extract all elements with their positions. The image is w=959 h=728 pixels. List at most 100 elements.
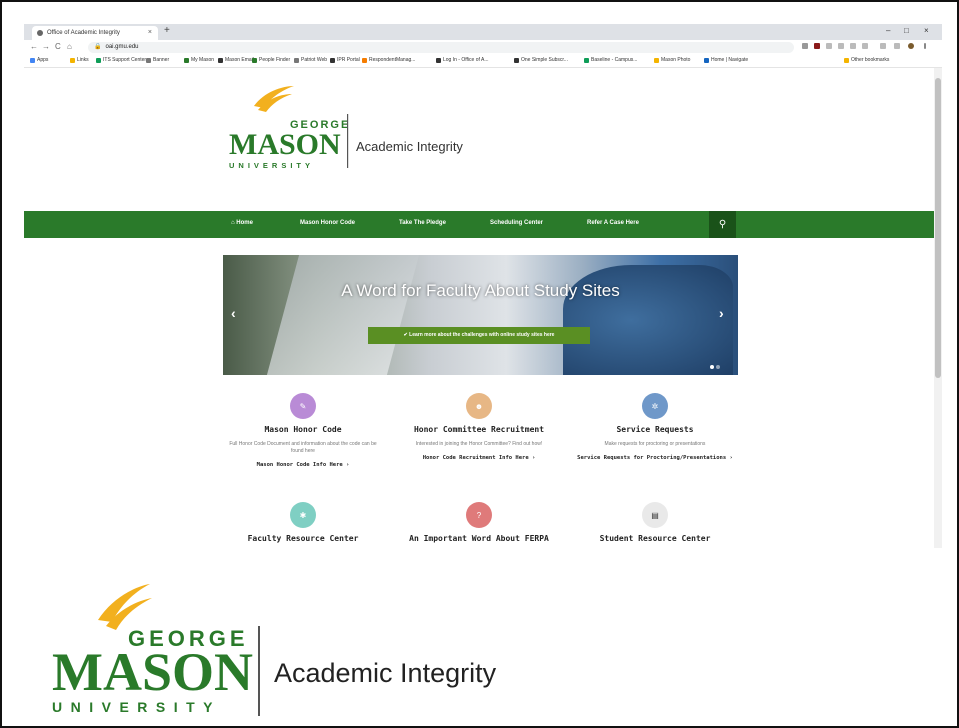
bookmark-icon [362, 57, 367, 63]
carousel-next-icon[interactable]: › [719, 305, 724, 321]
document-icon: ▤ [642, 502, 668, 528]
back-icon[interactable]: ← [30, 42, 38, 51]
carousel-dots [710, 356, 722, 374]
nav-refer-case[interactable]: Refer A Case Here [587, 220, 639, 226]
extension-icon[interactable] [862, 43, 868, 49]
reload-icon[interactable]: C [55, 42, 61, 51]
bookmark-label: RespondentManag... [369, 57, 416, 63]
card-link[interactable]: Honor Code Recruitment Info Here › [394, 454, 564, 462]
bookmark-item[interactable]: Links [70, 57, 89, 63]
faculty-icon: ✱ [290, 502, 316, 528]
bookmark-item[interactable]: Banner [146, 57, 169, 63]
bookmark-item[interactable]: Other bookmarks [844, 57, 889, 63]
logo-mason: MASON [229, 128, 341, 161]
extension-icon[interactable] [894, 43, 900, 49]
new-tab-button[interactable]: + [164, 25, 170, 36]
extension-icon[interactable] [814, 43, 820, 49]
nav-scheduling[interactable]: Scheduling Center [490, 220, 543, 226]
bookmark-label: One Simple Subscr... [521, 57, 568, 63]
nav-home-label: Home [236, 220, 253, 226]
hero-cta-button[interactable]: ✔ Learn more about the challenges with o… [368, 327, 590, 344]
card-description: Make requests for proctoring or presenta… [604, 441, 706, 447]
carousel-dot[interactable] [716, 365, 720, 369]
card-title[interactable]: Service Requests [570, 425, 740, 434]
address-text: oai.gmu.edu [105, 44, 139, 50]
extension-icon[interactable] [826, 43, 832, 49]
team-icon: ☻ [466, 393, 492, 419]
nav-honor-code[interactable]: Mason Honor Code [300, 220, 355, 226]
feature-card[interactable]: ?An Important Word About FERPAImportant … [394, 502, 564, 548]
feature-card[interactable]: ☻ Honor Committee Recruitment Interested i… [394, 393, 564, 462]
scrollbar[interactable] [934, 68, 942, 548]
bookmark-icon [218, 57, 223, 63]
bookmark-item[interactable]: RespondentManag... [362, 57, 415, 63]
extension-icon[interactable] [838, 43, 844, 49]
feature-card[interactable]: ✱Faculty Resource CenterFind information… [218, 502, 388, 548]
big-logo-mason: MASON [52, 642, 253, 702]
carousel-prev-icon[interactable]: ‹ [231, 305, 236, 321]
card-title[interactable]: Student Resource Center [570, 534, 740, 543]
bookmark-item[interactable]: People Finder [252, 57, 290, 63]
hero-title: A Word for Faculty About Study Sites [341, 281, 620, 300]
bookmark-item[interactable]: Baseline - Campus... [584, 57, 637, 63]
card-link[interactable]: Mason Honor Code Info Here › [218, 461, 388, 469]
bookmark-icon [584, 57, 589, 63]
bookmark-label: ITS Support Center [103, 57, 147, 63]
home-icon[interactable]: ⌂ [67, 42, 72, 51]
bookmark-item[interactable]: Log In - Office of A... [436, 57, 489, 63]
bookmark-item[interactable]: One Simple Subscr... [514, 57, 568, 63]
bookmarks-bar: Apps Links ITS Support Center Banner My Maso… [24, 55, 942, 68]
tab-close-icon[interactable]: × [148, 29, 152, 36]
minimize-icon[interactable]: – [886, 26, 890, 35]
avatar[interactable] [908, 43, 914, 49]
star-icon[interactable] [802, 43, 808, 49]
extension-icon[interactable] [850, 43, 856, 49]
feature-card[interactable]: ✲ Service Requests Make requests for proct… [570, 393, 740, 462]
nav-home[interactable]: ⌂ Home [231, 220, 253, 226]
menu-icon[interactable] [924, 43, 926, 49]
bookmark-icon [70, 57, 75, 63]
bookmark-icon [436, 57, 441, 63]
bookmark-item[interactable]: Apps [30, 57, 48, 63]
bookmark-item[interactable]: Mason Email [218, 57, 254, 63]
logo-dept: Academic Integrity [356, 139, 463, 154]
card-title[interactable]: Honor Committee Recruitment [394, 425, 564, 434]
card-title[interactable]: Faculty Resource Center [218, 534, 388, 543]
card-link[interactable]: Service Requests for Proctoring/Presenta… [570, 454, 740, 462]
hero-carousel[interactable]: A Word for Faculty About Study Sites ✔ L… [223, 255, 738, 375]
bookmark-item[interactable]: My Mason [184, 57, 214, 63]
tab-title: Office of Academic Integrity [47, 30, 120, 36]
bookmark-icon [184, 57, 189, 63]
logo-university: UNIVERSITY [229, 161, 314, 170]
site-nav: ⌂ Home Mason Honor Code Take The Pledge … [24, 211, 934, 238]
tab-strip: Office of Academic Integrity × + – □ × [24, 24, 942, 40]
bookmark-item[interactable]: Patriot Web [294, 57, 327, 63]
bookmark-label: People Finder [259, 57, 291, 63]
card-description: Full Honor Code Document and information… [229, 441, 377, 454]
bookmark-icon [96, 57, 101, 63]
nav-pledge[interactable]: Take The Pledge [399, 220, 446, 226]
scrollbar-thumb[interactable] [935, 78, 941, 378]
extension-icon[interactable] [880, 43, 886, 49]
bookmark-label: Apps [37, 57, 49, 63]
bookmark-item[interactable]: ITS Support Center [96, 57, 146, 63]
site-logo[interactable]: GEORGE MASON UNIVERSITY Academic Integri… [224, 84, 464, 176]
search-icon[interactable]: ⚲ [709, 211, 736, 238]
feature-card[interactable]: ▤Student Resource CenterInformation and … [570, 502, 740, 548]
card-title[interactable]: Mason Honor Code [218, 425, 388, 434]
browser-tab[interactable]: Office of Academic Integrity × [32, 26, 158, 40]
bookmark-item[interactable]: IPR Portal [330, 57, 360, 63]
forward-icon[interactable]: → [42, 42, 50, 51]
bookmark-icon [330, 57, 335, 63]
bookmark-item[interactable]: Mason Photo [654, 57, 690, 63]
bookmark-icon [252, 57, 257, 63]
bookmark-item[interactable]: Home | Navigate [704, 57, 748, 63]
feature-card[interactable]: ✎ Mason Honor Code Full Honor Code Documen… [218, 393, 388, 469]
address-bar[interactable]: 🔒 oai.gmu.edu [88, 42, 794, 53]
carousel-dot[interactable] [710, 365, 714, 369]
bookmark-icon [704, 57, 709, 63]
maximize-icon[interactable]: □ [904, 26, 909, 35]
close-window-icon[interactable]: × [924, 26, 929, 35]
bookmark-label: Banner [153, 57, 170, 63]
card-title[interactable]: An Important Word About FERPA [394, 534, 564, 543]
